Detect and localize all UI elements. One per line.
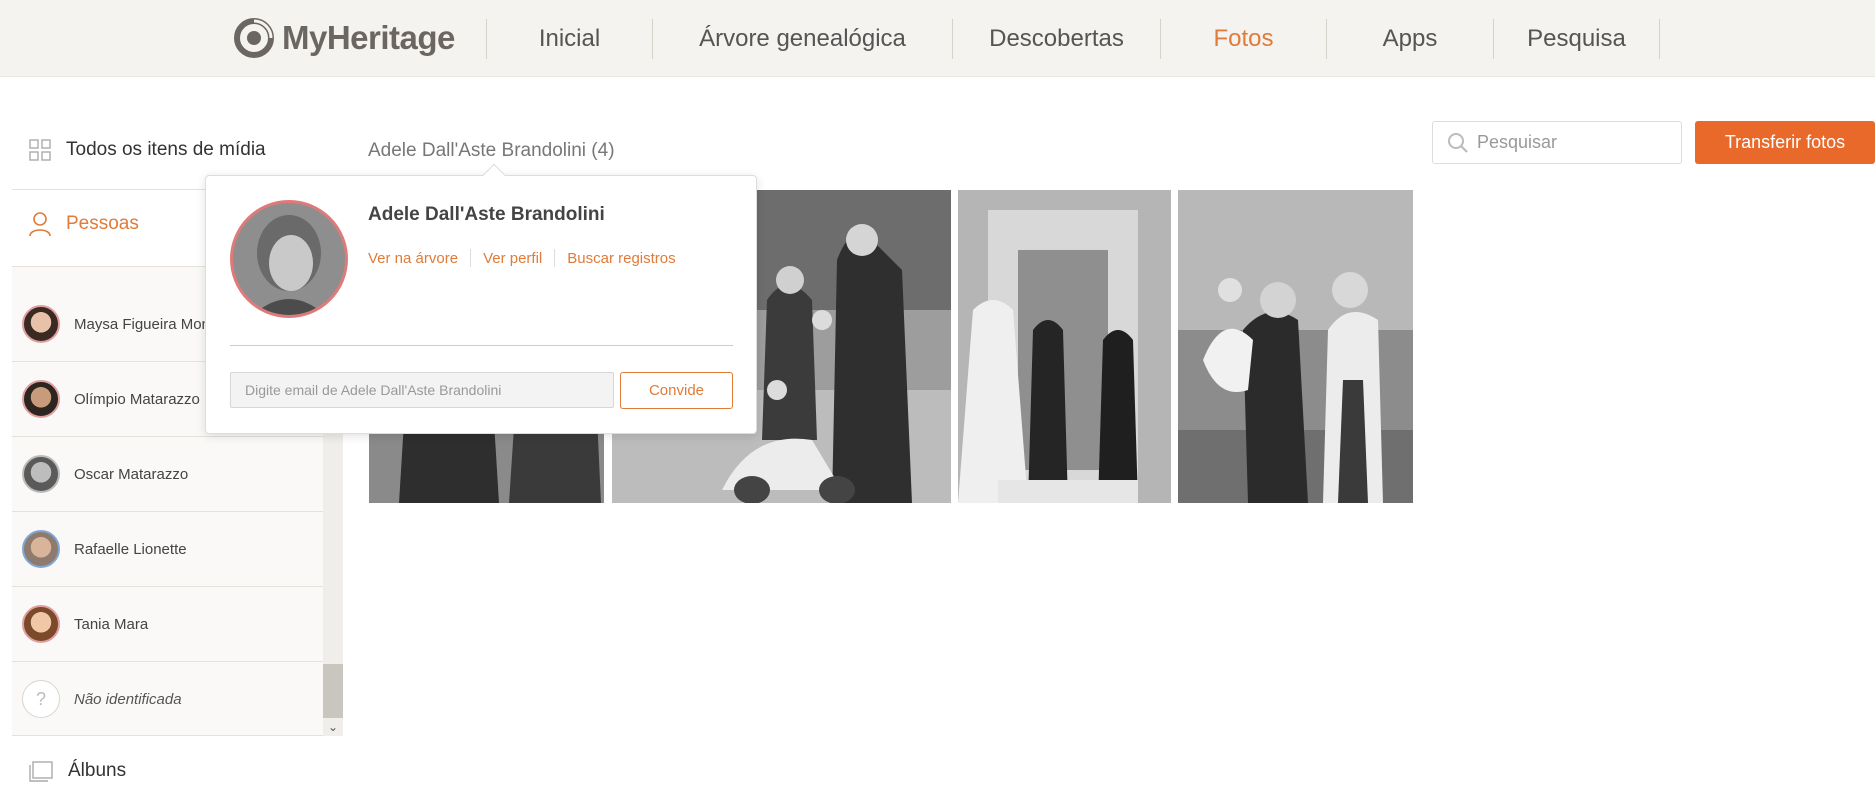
invite-email-field[interactable] — [230, 372, 614, 408]
list-item[interactable]: Oscar Matarazzo — [12, 437, 323, 512]
sidebar-item-people[interactable]: Pessoas — [28, 211, 139, 237]
person-popover: Adele Dall'Aste Brandolini Ver na árvore… — [205, 163, 757, 434]
logo-icon — [234, 18, 274, 58]
portrait-image — [233, 203, 345, 315]
sidebar-item-label: Todos os itens de mídia — [66, 139, 266, 160]
person-name: Tania Mara — [74, 615, 149, 633]
avatar — [22, 455, 60, 493]
nav-arvore-genealogica[interactable]: Árvore genealógica — [653, 0, 952, 77]
myheritage-logo[interactable]: MyHeritage — [234, 18, 455, 58]
sidebar-item-label: Álbuns — [68, 760, 127, 781]
upload-photos-button[interactable]: Transferir fotos — [1695, 121, 1875, 164]
sidebar-item-albums[interactable]: Álbuns — [28, 760, 126, 782]
list-item[interactable]: ? Não identificada — [12, 662, 323, 735]
main-nav: Inicial Árvore genealógica Descobertas F… — [486, 0, 1660, 77]
nav-divider — [1659, 18, 1660, 59]
view-in-tree-link[interactable]: Ver na árvore — [368, 250, 458, 267]
chevron-down-icon[interactable]: ⌄ — [323, 718, 343, 736]
link-divider — [554, 249, 556, 267]
photo-image — [1178, 190, 1413, 503]
nav-fotos[interactable]: Fotos — [1161, 0, 1326, 77]
person-name: Olímpio Matarazzo — [74, 390, 200, 408]
list-item[interactable]: Tania Mara — [12, 587, 323, 662]
gallery-title: Adele Dall'Aste Brandolini (4) — [368, 140, 615, 161]
photo-thumbnail[interactable] — [1178, 190, 1413, 503]
popover-arrow — [482, 163, 506, 187]
person-name: Oscar Matarazzo — [74, 465, 189, 483]
view-profile-link[interactable]: Ver perfil — [483, 250, 542, 267]
logo-text: MyHeritage — [282, 19, 455, 56]
person-name-heading: Adele Dall'Aste Brandolini — [368, 204, 605, 225]
grid-icon — [29, 139, 51, 161]
invite-button[interactable]: Convide — [620, 372, 733, 409]
person-actions: Ver na árvore Ver perfil Buscar registro… — [368, 249, 676, 267]
search-input[interactable] — [1477, 132, 1677, 153]
avatar — [22, 605, 60, 643]
popover-divider — [230, 345, 733, 346]
unknown-person-icon: ? — [22, 680, 60, 718]
album-icon — [29, 761, 53, 782]
search-icon — [1448, 132, 1468, 153]
search-records-link[interactable]: Buscar registros — [567, 250, 675, 267]
photo-thumbnail[interactable] — [958, 190, 1171, 503]
top-navigation-bar: MyHeritage Inicial Árvore genealógica De… — [0, 0, 1875, 77]
search-box[interactable] — [1432, 121, 1682, 164]
person-avatar — [230, 200, 348, 318]
list-item[interactable]: Rafaelle Lionette — [12, 512, 323, 587]
nav-pesquisa[interactable]: Pesquisa — [1494, 0, 1659, 77]
person-icon — [29, 212, 51, 237]
person-name: Não identificada — [74, 690, 182, 708]
nav-descobertas[interactable]: Descobertas — [953, 0, 1160, 77]
person-name: Maysa Figueira Monj — [74, 315, 214, 333]
avatar — [22, 380, 60, 418]
photo-image — [958, 190, 1171, 503]
avatar — [22, 530, 60, 568]
scrollbar-thumb[interactable] — [323, 664, 343, 718]
sidebar-item-label: Pessoas — [66, 213, 139, 234]
nav-inicial[interactable]: Inicial — [487, 0, 652, 77]
person-name: Rafaelle Lionette — [74, 540, 187, 558]
avatar — [22, 305, 60, 343]
link-divider — [470, 249, 472, 267]
sidebar-item-all-media[interactable]: Todos os itens de mídia — [28, 138, 266, 162]
nav-apps[interactable]: Apps — [1327, 0, 1493, 77]
